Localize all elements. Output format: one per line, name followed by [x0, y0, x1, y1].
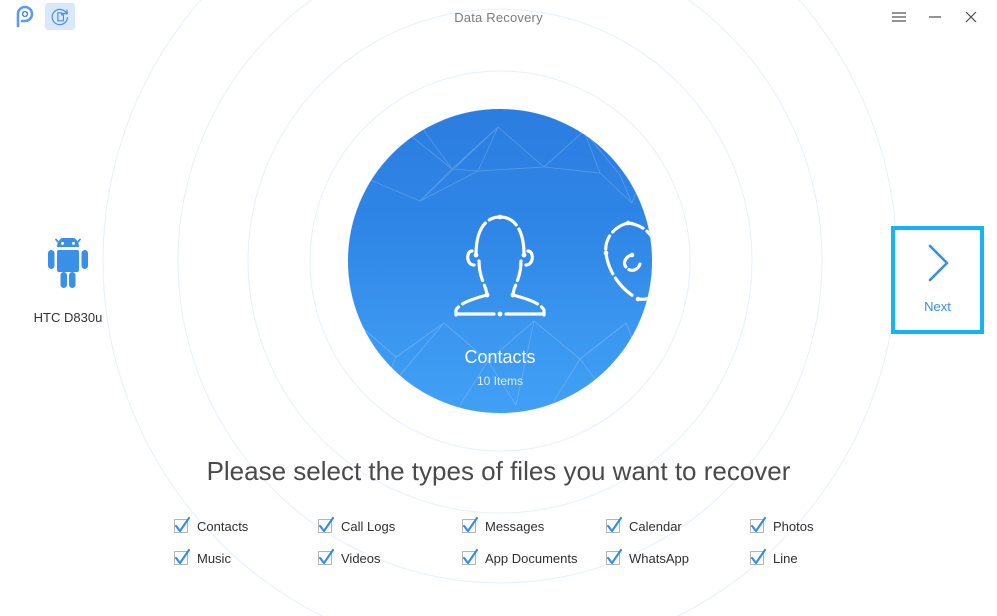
selected-file-type-circle[interactable]: Contacts 10 Items [348, 109, 652, 413]
title-bar: Data Recovery [0, 0, 997, 34]
hero-file-type-label: Contacts [464, 347, 536, 367]
file-type-label: App Documents [485, 550, 578, 566]
chevron-right-icon [921, 240, 955, 291]
file-type-label: Line [773, 550, 798, 566]
checkbox-checked-icon[interactable] [462, 516, 479, 533]
file-type-label: Contacts [197, 518, 249, 534]
minimize-icon[interactable] [917, 2, 953, 32]
file-type-photos[interactable]: Photos [750, 510, 874, 542]
hero-item-count: 10 Items [476, 374, 524, 388]
phone-handset-icon [594, 217, 652, 314]
file-type-videos[interactable]: Videos [318, 542, 462, 574]
file-type-label: Calendar [629, 518, 682, 534]
checkbox-checked-icon[interactable] [174, 516, 191, 533]
file-type-app-documents[interactable]: App Documents [462, 542, 606, 574]
android-robot-icon [8, 236, 128, 296]
checkbox-checked-icon[interactable] [462, 548, 479, 565]
file-type-label: Music [197, 550, 231, 566]
file-type-label: Messages [485, 518, 545, 534]
file-type-whatsapp[interactable]: WhatsApp [606, 542, 750, 574]
next-button[interactable]: Next [891, 226, 984, 334]
hamburger-menu-icon[interactable] [881, 2, 917, 32]
checkbox-checked-icon[interactable] [174, 548, 191, 565]
next-button-label: Next [924, 299, 951, 314]
file-type-label: WhatsApp [629, 550, 689, 566]
file-type-line[interactable]: Line [750, 542, 874, 574]
file-type-contacts[interactable]: Contacts [174, 510, 318, 542]
connected-device[interactable]: HTC D830u [8, 236, 128, 325]
window-controls [881, 0, 989, 34]
data-recovery-window: Data Recovery HTC D830u Contacts 10 Item… [0, 0, 997, 616]
checkbox-checked-icon[interactable] [750, 548, 767, 565]
file-type-calendar[interactable]: Calendar [606, 510, 750, 542]
close-icon[interactable] [953, 2, 989, 32]
checkbox-checked-icon[interactable] [606, 548, 623, 565]
device-name-label: HTC D830u [33, 310, 103, 325]
checkbox-checked-icon[interactable] [750, 516, 767, 533]
page-title: Please select the types of files you wan… [206, 456, 791, 486]
file-type-label: Videos [341, 550, 381, 566]
checkbox-checked-icon[interactable] [606, 516, 623, 533]
file-type-list: Contacts Call Logs Messages Calendar Pho [174, 510, 874, 574]
checkbox-checked-icon[interactable] [318, 516, 335, 533]
file-type-call-logs[interactable]: Call Logs [318, 510, 462, 542]
file-type-label: Call Logs [341, 518, 396, 534]
checkbox-checked-icon[interactable] [318, 548, 335, 565]
file-type-label: Photos [773, 518, 814, 534]
file-type-music[interactable]: Music [174, 542, 318, 574]
window-title: Data Recovery [454, 10, 543, 25]
file-type-messages[interactable]: Messages [462, 510, 606, 542]
